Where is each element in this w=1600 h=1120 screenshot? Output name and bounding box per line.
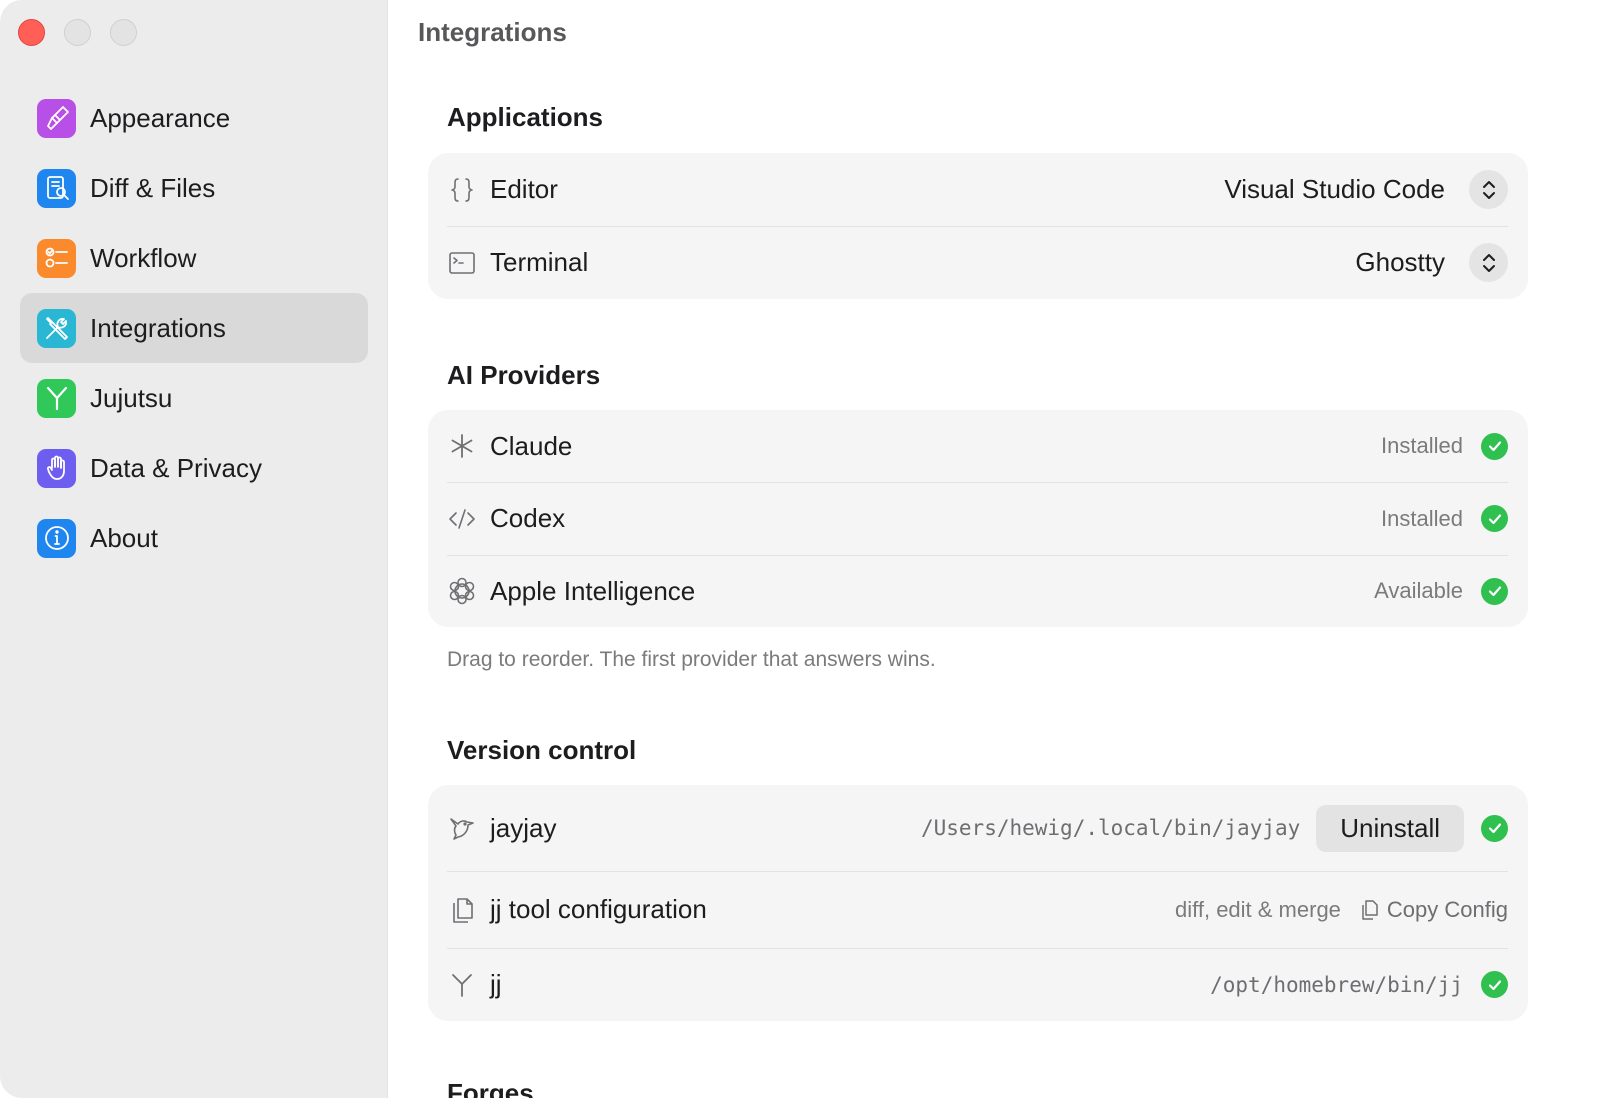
sidebar-item-label: Integrations bbox=[90, 312, 226, 343]
jj-tool-config-detail: diff, edit & merge bbox=[1175, 896, 1341, 922]
documents-icon bbox=[447, 895, 477, 925]
info-icon bbox=[37, 518, 76, 558]
sidebar: Appearance Diff & Files Workflow Integra… bbox=[0, 0, 388, 1098]
checkmark-icon bbox=[1481, 814, 1508, 842]
status-text: Installed bbox=[1381, 505, 1463, 531]
minimize-window-button[interactable] bbox=[64, 19, 91, 46]
sidebar-nav: Appearance Diff & Files Workflow Integra… bbox=[20, 83, 368, 573]
provider-row-claude[interactable]: Claude Installed bbox=[428, 410, 1528, 482]
ai-providers-card: Claude Installed Codex Installed Apple I… bbox=[428, 410, 1528, 627]
bird-icon bbox=[447, 813, 477, 843]
uninstall-button[interactable]: Uninstall bbox=[1316, 804, 1464, 852]
branch-icon bbox=[447, 970, 477, 1000]
editor-row: Editor Visual Studio Code bbox=[428, 153, 1528, 226]
terminal-popup-button[interactable] bbox=[1469, 243, 1508, 282]
sidebar-item-label: Appearance bbox=[90, 102, 231, 133]
tools-icon bbox=[37, 308, 76, 348]
status-text: Installed bbox=[1381, 433, 1463, 458]
window-controls bbox=[18, 19, 137, 46]
sidebar-item-label: About bbox=[90, 522, 158, 553]
provider-row-apple-intelligence[interactable]: Apple Intelligence Available bbox=[428, 555, 1528, 627]
chevron-up-down-icon bbox=[1482, 253, 1495, 272]
status-text: Available bbox=[1374, 578, 1463, 603]
checklist-icon bbox=[37, 238, 76, 278]
settings-window: Appearance Diff & Files Workflow Integra… bbox=[0, 0, 1568, 1098]
providers-footnote: Drag to reorder. The first provider that… bbox=[447, 648, 936, 671]
jj-path: /opt/homebrew/bin/jj bbox=[1210, 972, 1463, 997]
jj-row: jj /opt/homebrew/bin/jj bbox=[428, 948, 1528, 1021]
jayjay-path: /Users/hewig/.local/bin/jayjay bbox=[920, 816, 1301, 840]
terminal-select-value[interactable]: Ghostty bbox=[1355, 247, 1445, 278]
sidebar-item-label: Diff & Files bbox=[90, 172, 216, 203]
section-title-ai-providers: AI Providers bbox=[447, 360, 601, 390]
sidebar-item-jujutsu[interactable]: Jujutsu bbox=[20, 363, 368, 433]
version-control-card: jayjay /Users/hewig/.local/bin/jayjay Un… bbox=[428, 785, 1528, 1021]
copy-icon bbox=[1362, 899, 1378, 920]
checkmark-icon bbox=[1481, 432, 1508, 460]
asterisk-icon bbox=[447, 431, 477, 461]
braces-icon bbox=[447, 175, 477, 205]
sidebar-item-workflow[interactable]: Workflow bbox=[20, 223, 368, 293]
chevron-up-down-icon bbox=[1482, 180, 1495, 199]
sidebar-item-integrations[interactable]: Integrations bbox=[20, 293, 368, 363]
hand-icon bbox=[37, 448, 76, 488]
provider-label: Claude bbox=[490, 430, 573, 461]
sidebar-item-label: Jujutsu bbox=[90, 382, 173, 413]
sidebar-item-label: Data & Privacy bbox=[90, 452, 262, 483]
copy-config-label: Copy Config bbox=[1386, 896, 1508, 922]
terminal-label: Terminal bbox=[490, 247, 589, 277]
applications-card: Editor Visual Studio Code Terminal Ghost… bbox=[428, 153, 1528, 299]
terminal-row: Terminal Ghostty bbox=[428, 226, 1528, 299]
checkmark-icon bbox=[1481, 577, 1508, 605]
jj-tool-config-row: jj tool configuration diff, edit & merge… bbox=[428, 871, 1528, 948]
zoom-window-button[interactable] bbox=[110, 19, 137, 46]
code-brackets-icon bbox=[447, 504, 477, 534]
provider-row-codex[interactable]: Codex Installed bbox=[428, 482, 1528, 555]
terminal-icon bbox=[447, 248, 477, 278]
sidebar-item-label: Workflow bbox=[90, 242, 197, 273]
jayjay-row: jayjay /Users/hewig/.local/bin/jayjay Un… bbox=[428, 785, 1528, 871]
provider-label: Apple Intelligence bbox=[490, 575, 696, 606]
section-title-applications: Applications bbox=[447, 102, 604, 132]
close-window-button[interactable] bbox=[18, 19, 45, 46]
sidebar-item-data-privacy[interactable]: Data & Privacy bbox=[20, 433, 368, 503]
editor-label: Editor bbox=[490, 174, 558, 204]
jj-label: jj bbox=[490, 969, 502, 999]
jj-tool-config-label: jj tool configuration bbox=[490, 894, 707, 924]
apple-intelligence-icon bbox=[447, 576, 477, 606]
sidebar-item-diff-files[interactable]: Diff & Files bbox=[20, 153, 368, 223]
document-magnifier-icon bbox=[37, 168, 76, 208]
checkmark-icon bbox=[1481, 505, 1508, 532]
sidebar-item-appearance[interactable]: Appearance bbox=[20, 83, 368, 153]
editor-popup-button[interactable] bbox=[1469, 170, 1508, 209]
paintbrush-icon bbox=[37, 98, 76, 138]
section-title-forges: Forges bbox=[447, 1078, 534, 1098]
checkmark-icon bbox=[1481, 971, 1508, 998]
page-title: Integrations bbox=[418, 17, 567, 47]
settings-content: Integrations Applications Editor Visual … bbox=[389, 0, 1568, 1098]
jayjay-label: jayjay bbox=[490, 812, 557, 843]
editor-select-value[interactable]: Visual Studio Code bbox=[1224, 174, 1445, 205]
section-title-version-control: Version control bbox=[447, 735, 637, 765]
sidebar-item-about[interactable]: About bbox=[20, 503, 368, 573]
copy-config-button[interactable]: Copy Config bbox=[1359, 897, 1508, 923]
provider-label: Codex bbox=[490, 503, 566, 533]
branch-icon bbox=[37, 378, 76, 418]
